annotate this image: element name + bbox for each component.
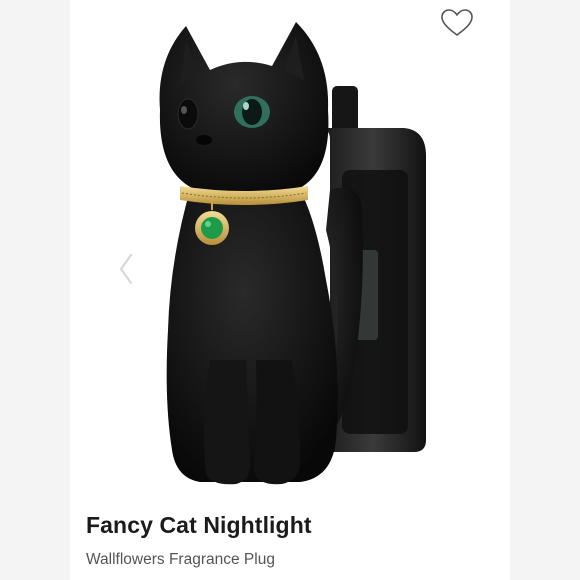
- heart-outline-icon[interactable]: [440, 8, 474, 38]
- product-subtitle: Wallflowers Fragrance Plug: [86, 551, 275, 568]
- product-title[interactable]: Fancy Cat Nightlight: [86, 512, 312, 539]
- product-image: [159, 22, 426, 485]
